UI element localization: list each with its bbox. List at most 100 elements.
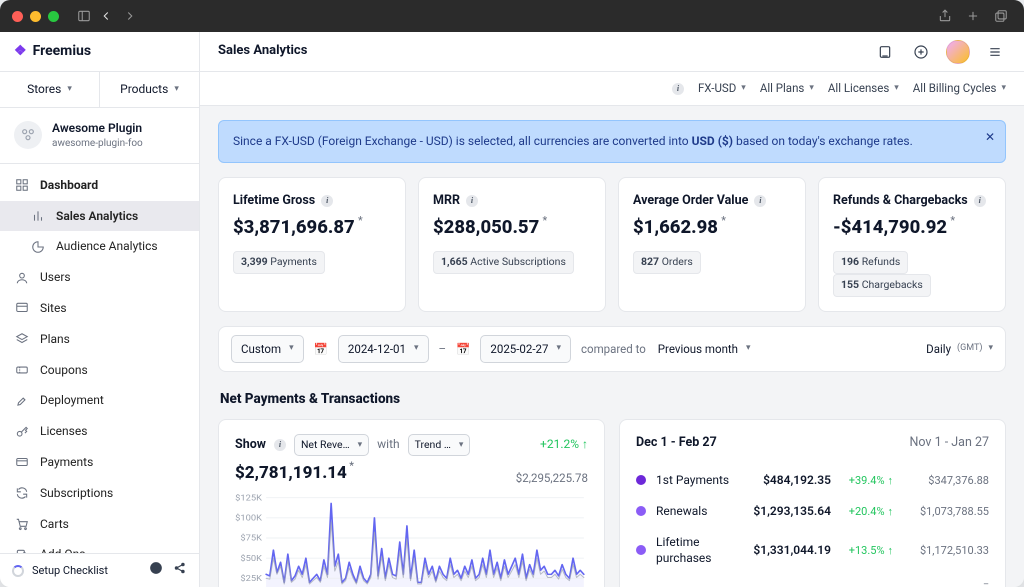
stores-dropdown[interactable]: Stores▾ [0,72,99,107]
kpi-sub-pill: 196 Refunds [833,251,908,274]
info-icon[interactable]: i [974,195,986,207]
cart-icon [14,516,30,532]
new-tab-icon[interactable] [962,5,984,27]
breakdown-row: Chargebacks$131,484.87+16.4%–$112,957.05 [636,574,989,587]
calendar-icon: 📅 [456,341,470,357]
series-dot-icon [636,545,646,555]
pie-chart-icon [30,239,46,255]
breakdown-delta: +13.5% [841,543,893,558]
series-dot-icon [636,506,646,516]
sidebar-item-carts[interactable]: Carts [0,509,199,540]
kpi-lifetime-gross: Lifetime Grossi $3,871,696.87* 3,399 Pay… [218,177,406,312]
card-icon [14,454,30,470]
svg-text:$50K: $50K [240,553,262,563]
sidebar-item-payments[interactable]: Payments [0,447,199,478]
chart-delta: +21.2% [540,436,588,453]
breakdown-delta: +39.4% [841,473,893,488]
sidebar-item-addons[interactable]: Add Ons [0,539,199,553]
setup-checklist-link[interactable]: Setup Checklist [32,563,108,578]
kpi-refunds: Refunds & Chargebacksi -$414,790.92* 196… [818,177,1006,312]
sidebar-item-coupons[interactable]: Coupons [0,355,199,386]
breakdown-current-range: Dec 1 - Feb 27 [636,434,717,452]
plugin-name: Awesome Plugin [52,120,143,137]
breakdown-row: Renewals$1,293,135.64+20.4%$1,073,788.55 [636,496,989,527]
sidebar-item-dashboard[interactable]: Dashboard [0,170,199,201]
sites-icon [14,300,30,316]
compare-select[interactable]: Previous month▾ [656,337,753,361]
chevron-down-icon: ▾ [988,342,993,355]
brand-name: Freemius [33,42,92,62]
add-icon[interactable] [910,41,932,63]
breakdown-card: Dec 1 - Feb 27 Nov 1 - Jan 27 1st Paymen… [619,419,1006,587]
chevron-down-icon: ▾ [809,82,814,95]
share-icon[interactable] [173,561,187,579]
breakdown-prev: $1,172,510.33 [903,543,989,558]
svg-text:$25K: $25K [240,574,262,584]
download-icon[interactable] [874,41,896,63]
kpi-sub-pill: 155 Chargebacks [833,274,931,297]
sidebar-toggle-icon[interactable] [73,5,95,27]
avatar[interactable] [946,40,970,64]
refresh-icon [14,485,30,501]
info-icon[interactable]: i [754,195,766,207]
sidebar-item-users[interactable]: Users [0,262,199,293]
maximize-window-icon[interactable] [48,11,59,22]
freemius-logo-icon: ❖ [14,42,27,62]
close-window-icon[interactable] [12,11,23,22]
section-title: Net Payments & Transactions [220,390,1006,409]
minimize-window-icon[interactable] [30,11,41,22]
tabs-icon[interactable] [990,5,1012,27]
currency-filter[interactable]: FX-USD▾ [698,80,746,96]
chart-prev-value: $2,295,225.78 [516,470,588,486]
breakdown-value: $484,192.35 [745,472,831,489]
series-dot-icon [636,475,646,485]
products-dropdown[interactable]: Products▾ [99,72,199,107]
ticket-icon [14,362,30,378]
nav-back-icon[interactable] [95,5,117,27]
kpi-mrr: MRRi $288,050.57* 1,665 Active Subscript… [418,177,606,312]
help-icon[interactable] [149,561,163,579]
kpi-sub-pill: 3,399 Payments [233,251,325,274]
close-icon[interactable]: ✕ [985,129,995,146]
kpi-aov: Average Order Valuei $1,662.98* 827 Orde… [618,177,806,312]
chevron-down-icon: ▾ [174,83,179,96]
page-header: Sales Analytics [200,32,1024,72]
chart-metric-select[interactable]: Net Reve…▾ [294,434,369,457]
plans-filter[interactable]: All Plans▾ [760,80,814,96]
sidebar-item-plans[interactable]: Plans [0,324,199,355]
info-icon[interactable]: i [321,195,333,207]
date-from-select[interactable]: 2024-12-01▾ [338,335,429,363]
breakdown-row: Lifetime purchases$1,331,044.19+13.5%$1,… [636,527,989,575]
sidebar-item-sales-analytics[interactable]: Sales Analytics [0,201,199,232]
window-titlebar [0,0,1024,32]
breakdown-row: 1st Payments$484,192.35+39.4%$347,376.88 [636,465,989,496]
nav-forward-icon[interactable] [119,5,141,27]
share-icon[interactable] [934,5,956,27]
info-icon[interactable]: i [672,83,684,95]
sidebar-item-licenses[interactable]: Licenses [0,416,199,447]
billing-filter[interactable]: All Billing Cycles▾ [913,80,1006,96]
menu-icon[interactable] [984,41,1006,63]
info-icon[interactable]: i [274,439,286,451]
net-payments-chart: Show i Net Reve…▾ with Trend …▾ +21.2% $… [218,419,605,587]
stack-icon [14,331,30,347]
licenses-filter[interactable]: All Licenses▾ [828,80,899,96]
info-icon[interactable]: i [466,195,478,207]
sidebar-item-sites[interactable]: Sites [0,293,199,324]
granularity-select[interactable]: Daily [926,341,951,357]
breakdown-prev: $347,376.88 [903,473,989,488]
current-plugin[interactable]: Awesome Plugin awesome-plugin-foo [0,108,199,164]
chart-overlay-select[interactable]: Trend …▾ [408,434,471,457]
sidebar-item-subscriptions[interactable]: Subscriptions [0,478,199,509]
breakdown-label: Lifetime purchases [656,534,735,568]
sidebar-item-audience-analytics[interactable]: Audience Analytics [0,231,199,262]
breakdown-label: Renewals [656,503,735,520]
breakdown-prev: $1,073,788.55 [903,504,989,519]
filter-bar: i FX-USD▾ All Plans▾ All Licenses▾ All B… [200,72,1024,106]
spinner-icon [12,565,24,577]
date-to-select[interactable]: 2025-02-27▾ [480,335,571,363]
svg-text:$125K: $125K [235,494,262,503]
range-type-select[interactable]: Custom▾ [231,335,304,363]
sidebar-item-deployment[interactable]: Deployment [0,385,199,416]
page-title: Sales Analytics [218,42,307,60]
